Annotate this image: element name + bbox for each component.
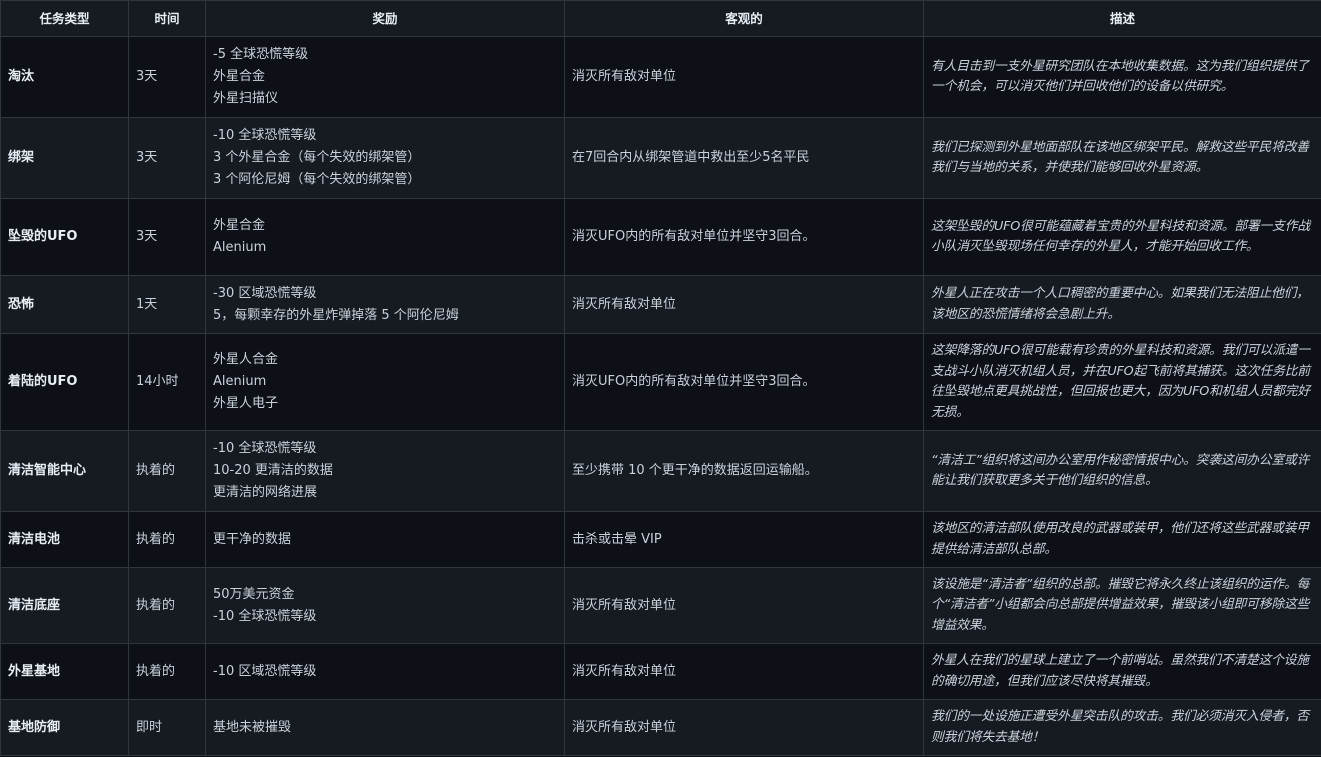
reward-item: Alenium [213,374,267,389]
mission-type-cell: 着陆的UFO [0,333,129,431]
objective-cell: 消灭所有敌对单位 [564,567,924,644]
time-cell: 执着的 [128,430,206,512]
time-cell: 执着的 [128,511,206,568]
mission-type-cell: 淘汰 [0,36,129,118]
mission-type-cell: 坠毁的UFO [0,198,129,276]
mission-type-cell: 清洁智能中心 [0,430,129,512]
rewards-cell: 外星人合金 Alenium 外星人电子 [205,333,565,431]
mission-table: 任务类型 时间 奖励 客观的 描述 淘汰 3天 -5 全球恐慌等级 外星合金 外… [0,0,1321,756]
header-description: 描述 [923,0,1321,37]
objective-cell: 消灭所有敌对单位 [564,36,924,118]
rewards-cell: -30 区域恐慌等级 5，每颗幸存的外星炸弹掉落 5 个阿伦尼姆 [205,275,565,334]
reward-item: Alenium [213,240,267,255]
time-cell: 3天 [128,36,206,118]
reward-item: 更干净的数据 [213,531,292,547]
table-row: 基地防御 即时 基地未被摧毁 消灭所有敌对单位 我们的一处设施正遭受外星突击队的… [0,699,1321,756]
objective-cell: 消灭所有敌对单位 [564,643,924,700]
reward-item: 外星合金 [213,218,266,233]
reward-item: -10 全球恐慌等级 [213,441,317,456]
reward-item: -30 区域恐慌等级 [213,285,317,301]
reward-item: 50万美元资金 [213,586,295,602]
rewards-cell: -5 全球恐慌等级 外星合金 外星扫描仪 [205,36,565,118]
description-cell: 该地区的清洁部队使用改良的武器或装甲，他们还将这些武器或装甲提供给清洁部队总部。 [923,511,1321,568]
table-row: 清洁智能中心 执着的 -10 全球恐慌等级 10-20 更清洁的数据 更清洁的网… [0,430,1321,512]
time-cell: 3天 [128,117,206,199]
reward-item: -10 全球恐慌等级 [213,128,317,143]
mission-type-cell: 绑架 [0,117,129,199]
rewards-cell: 50万美元资金 -10 全球恐慌等级 [205,567,565,644]
objective-cell: 消灭所有敌对单位 [564,699,924,756]
header-time: 时间 [128,0,206,37]
header-mission-type: 任务类型 [0,0,129,37]
reward-item: 10-20 更清洁的数据 [213,463,333,478]
time-cell: 1天 [128,275,206,334]
reward-item: 基地未被摧毁 [213,719,292,735]
reward-item: 外星人合金 [213,352,279,367]
reward-item: 外星人电子 [213,396,279,411]
description-cell: 外星人在我们的星球上建立了一个前哨站。虽然我们不清楚这个设施的确切用途，但我们应… [923,643,1321,700]
time-cell: 执着的 [128,643,206,700]
reward-item: 3 个阿伦尼姆（每个失效的绑架管） [213,172,421,187]
mission-type-cell: 恐怖 [0,275,129,334]
table-row: 清洁电池 执着的 更干净的数据 击杀或击晕 VIP 该地区的清洁部队使用改良的武… [0,511,1321,568]
table-row: 清洁底座 执着的 50万美元资金 -10 全球恐慌等级 消灭所有敌对单位 该设施… [0,567,1321,644]
reward-item: 更清洁的网络进展 [213,485,318,500]
objective-cell: 消灭UFO内的所有敌对单位并坚守3回合。 [564,333,924,431]
objective-cell: 消灭所有敌对单位 [564,275,924,334]
reward-item: -10 区域恐慌等级 [213,663,317,679]
objective-cell: 至少携带 10 个更干净的数据返回运输船。 [564,430,924,512]
reward-item: -5 全球恐慌等级 [213,47,309,62]
mission-type-cell: 清洁电池 [0,511,129,568]
rewards-cell: -10 区域恐慌等级 [205,643,565,700]
mission-type-cell: 基地防御 [0,699,129,756]
table-row: 坠毁的UFO 3天 外星合金 Alenium 消灭UFO内的所有敌对单位并坚守3… [0,198,1321,276]
rewards-cell: 外星合金 Alenium [205,198,565,276]
table-row: 绑架 3天 -10 全球恐慌等级 3 个外星合金（每个失效的绑架管） 3 个阿伦… [0,117,1321,199]
rewards-cell: 更干净的数据 [205,511,565,568]
reward-item: 3 个外星合金（每个失效的绑架管） [213,150,421,165]
table-header-row: 任务类型 时间 奖励 客观的 描述 [0,0,1321,37]
table-row: 外星基地 执着的 -10 区域恐慌等级 消灭所有敌对单位 外星人在我们的星球上建… [0,643,1321,700]
description-cell: 该设施是“清洁者”组织的总部。摧毁它将永久终止该组织的运作。每个“清洁者”小组都… [923,567,1321,644]
rewards-cell: -10 全球恐慌等级 10-20 更清洁的数据 更清洁的网络进展 [205,430,565,512]
description-cell: 有人目击到一支外星研究团队在本地收集数据。这为我们组织提供了一个机会，可以消灭他… [923,36,1321,118]
header-rewards: 奖励 [205,0,565,37]
description-cell: 这架降落的UFO很可能载有珍贵的外星科技和资源。我们可以派遣一支战斗小队消灭机组… [923,333,1321,431]
reward-item: 外星合金 [213,69,266,84]
description-cell: 我们已探测到外星地面部队在该地区绑架平民。解救这些平民将改善我们与当地的关系，并… [923,117,1321,199]
mission-type-cell: 外星基地 [0,643,129,700]
rewards-cell: -10 全球恐慌等级 3 个外星合金（每个失效的绑架管） 3 个阿伦尼姆（每个失… [205,117,565,199]
table-row: 淘汰 3天 -5 全球恐慌等级 外星合金 外星扫描仪 消灭所有敌对单位 有人目击… [0,36,1321,118]
description-cell: 我们的一处设施正遭受外星突击队的攻击。我们必须消灭入侵者，否则我们将失去基地！ [923,699,1321,756]
table-row: 恐怖 1天 -30 区域恐慌等级 5，每颗幸存的外星炸弹掉落 5 个阿伦尼姆 消… [0,275,1321,334]
description-cell: 外星人正在攻击一个人口稠密的重要中心。如果我们无法阻止他们，该地区的恐慌情绪将会… [923,275,1321,334]
time-cell: 执着的 [128,567,206,644]
time-cell: 14小时 [128,333,206,431]
reward-item: 外星扫描仪 [213,91,279,106]
description-cell: 这架坠毁的UFO很可能蕴藏着宝贵的外星科技和资源。部署一支作战小队消灭坠毁现场任… [923,198,1321,276]
header-objective: 客观的 [564,0,924,37]
objective-cell: 击杀或击晕 VIP [564,511,924,568]
description-cell: “清洁工”组织将这间办公室用作秘密情报中心。突袭这间办公室或许能让我们获取更多关… [923,430,1321,512]
table-row: 着陆的UFO 14小时 外星人合金 Alenium 外星人电子 消灭UFO内的所… [0,333,1321,431]
time-cell: 即时 [128,699,206,756]
rewards-cell: 基地未被摧毁 [205,699,565,756]
reward-item: 5，每颗幸存的外星炸弹掉落 5 个阿伦尼姆 [213,307,459,323]
mission-type-cell: 清洁底座 [0,567,129,644]
objective-cell: 在7回合内从绑架管道中救出至少5名平民 [564,117,924,199]
objective-cell: 消灭UFO内的所有敌对单位并坚守3回合。 [564,198,924,276]
time-cell: 3天 [128,198,206,276]
reward-item: -10 全球恐慌等级 [213,608,317,624]
